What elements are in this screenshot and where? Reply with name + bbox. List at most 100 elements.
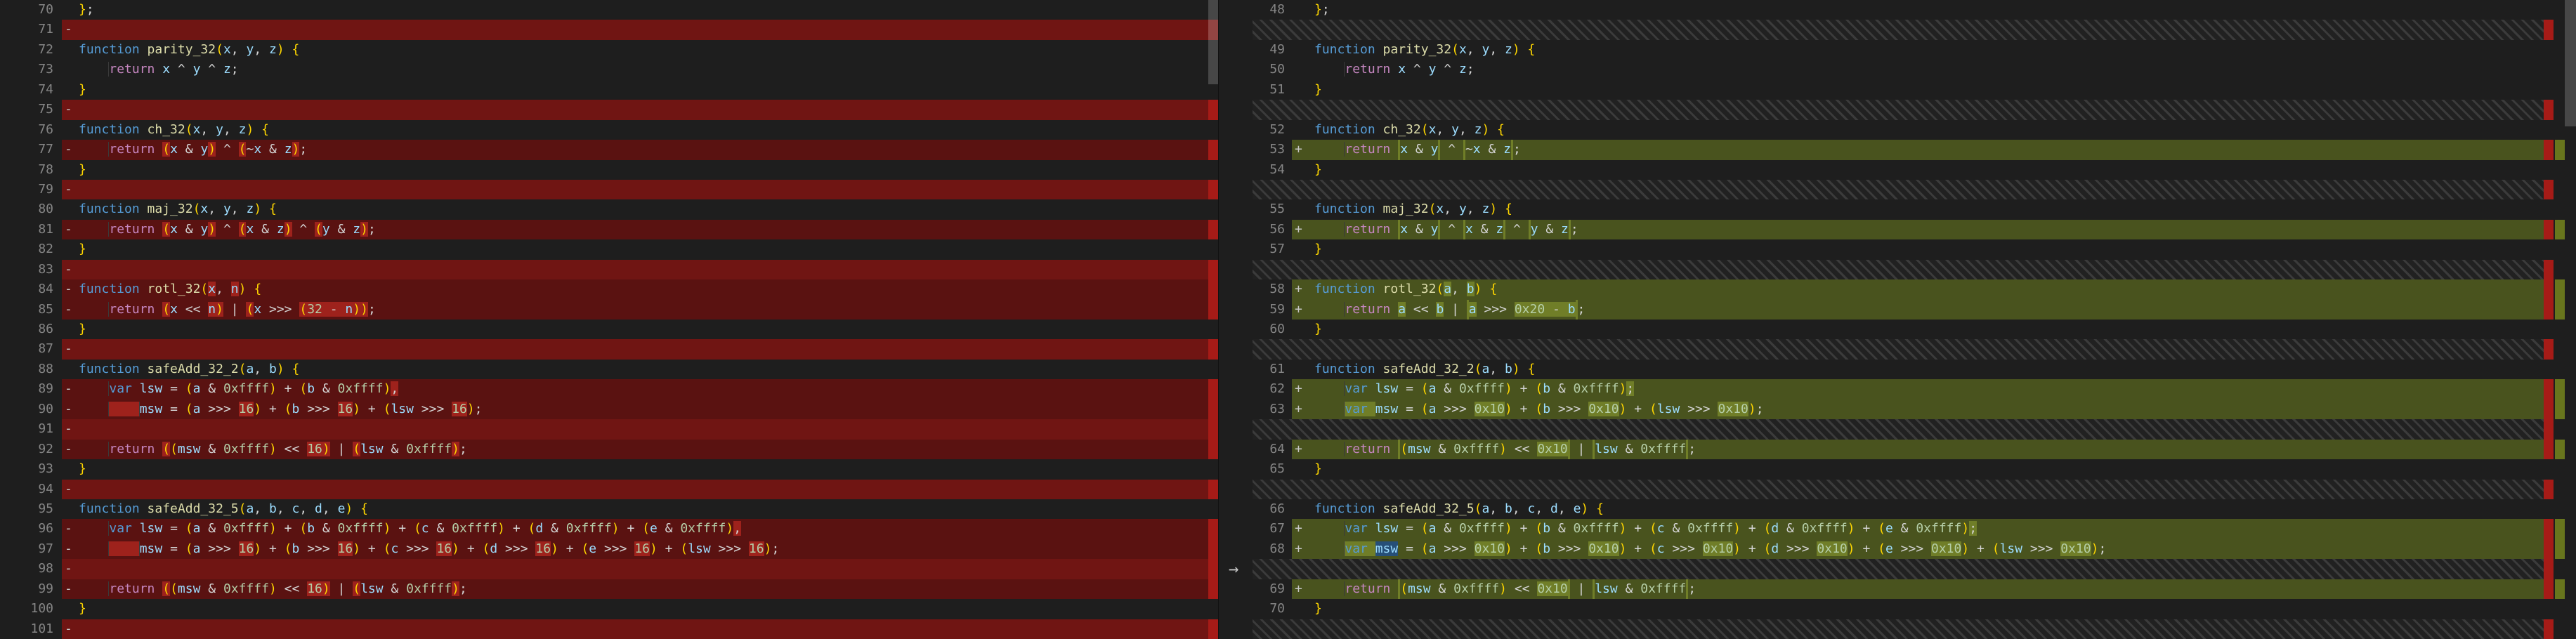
- code-line[interactable]: [79, 559, 1218, 579]
- original-editor-pane[interactable]: 70};71-72function parity_32(x, y, z) {73…: [0, 0, 1218, 639]
- line-number[interactable]: 55: [1253, 199, 1292, 219]
- code-line[interactable]: }: [1309, 459, 2576, 479]
- code-row[interactable]: 58+function rotl_32(a, b) {: [1253, 279, 2576, 299]
- code-row[interactable]: 85- return (x << n) | (x >>> (32 - n));: [0, 300, 1218, 320]
- code-line[interactable]: function maj_32(x, y, z) {: [79, 199, 1218, 219]
- code-line[interactable]: return ((msw & 0xffff) << 16) | (lsw & 0…: [79, 440, 1218, 459]
- line-number[interactable]: [1253, 20, 1292, 39]
- code-line[interactable]: }: [79, 80, 1218, 100]
- code-row[interactable]: 91-: [0, 419, 1218, 439]
- line-number[interactable]: [1253, 619, 1292, 639]
- line-number[interactable]: 51: [1253, 80, 1292, 100]
- code-row[interactable]: 51}: [1253, 80, 2576, 100]
- code-line[interactable]: [1309, 180, 2576, 199]
- code-row[interactable]: 88function safeAdd_32_2(a, b) {: [0, 360, 1218, 379]
- code-row[interactable]: 55function maj_32(x, y, z) {: [1253, 199, 2576, 219]
- line-number[interactable]: [1253, 260, 1292, 279]
- code-line[interactable]: return x & y ^ ~x & z;: [1309, 140, 2576, 159]
- line-number[interactable]: 62: [1253, 379, 1292, 399]
- code-row[interactable]: 90- msw = (a >>> 16) + (b >>> 16) + (lsw…: [0, 400, 1218, 419]
- line-number[interactable]: 98: [0, 559, 62, 579]
- code-line[interactable]: return ((msw & 0xffff) << 16) | (lsw & 0…: [79, 579, 1218, 599]
- code-row[interactable]: 60}: [1253, 320, 2576, 339]
- code-row[interactable]: 94-: [0, 480, 1218, 499]
- scrollbar-thumb[interactable]: [2565, 0, 2576, 126]
- code-line[interactable]: return x & y ^ x & z ^ y & z;: [1309, 220, 2576, 239]
- line-number[interactable]: 56: [1253, 220, 1292, 239]
- code-line[interactable]: var lsw = (a & 0xffff) + (b & 0xffff);: [1309, 379, 2576, 399]
- code-line[interactable]: [79, 260, 1218, 279]
- code-line[interactable]: return (x & y) ^ (~x & z);: [79, 140, 1218, 159]
- code-line[interactable]: }: [79, 160, 1218, 180]
- code-line[interactable]: }: [1309, 80, 2576, 100]
- line-number[interactable]: 101: [0, 619, 62, 639]
- code-row[interactable]: 74}: [0, 80, 1218, 100]
- code-row[interactable]: 56+ return x & y ^ x & z ^ y & z;: [1253, 220, 2576, 239]
- code-line[interactable]: function parity_32(x, y, z) {: [1309, 40, 2576, 60]
- code-line[interactable]: [79, 480, 1218, 499]
- line-number[interactable]: 71: [0, 20, 62, 39]
- line-number[interactable]: 82: [0, 239, 62, 259]
- line-number[interactable]: 60: [1253, 320, 1292, 339]
- code-line[interactable]: [1309, 619, 2576, 639]
- code-line[interactable]: [1309, 20, 2576, 39]
- line-number[interactable]: 57: [1253, 239, 1292, 259]
- line-number[interactable]: 75: [0, 100, 62, 119]
- code-row[interactable]: 64+ return (msw & 0xffff) << 0x10 | lsw …: [1253, 440, 2576, 459]
- left-scrollbar-thumb[interactable]: [1208, 0, 1218, 84]
- code-line[interactable]: return (msw & 0xffff) << 0x10 | lsw & 0x…: [1309, 579, 2576, 599]
- line-number[interactable]: 88: [0, 360, 62, 379]
- code-line[interactable]: };: [79, 0, 1218, 20]
- code-row[interactable]: 72function parity_32(x, y, z) {: [0, 40, 1218, 60]
- line-number[interactable]: [1253, 180, 1292, 199]
- left-overview-ruler[interactable]: [1208, 0, 1218, 639]
- code-line[interactable]: }: [79, 239, 1218, 259]
- line-number[interactable]: 52: [1253, 120, 1292, 140]
- line-number[interactable]: 78: [0, 160, 62, 180]
- line-number[interactable]: 87: [0, 339, 62, 359]
- code-line[interactable]: return x ^ y ^ z;: [79, 60, 1218, 79]
- line-number[interactable]: 89: [0, 379, 62, 399]
- code-row[interactable]: 92- return ((msw & 0xffff) << 16) | (lsw…: [0, 440, 1218, 459]
- code-line[interactable]: }: [79, 459, 1218, 479]
- line-number[interactable]: 77: [0, 140, 62, 159]
- code-row[interactable]: 97- msw = (a >>> 16) + (b >>> 16) + (c >…: [0, 539, 1218, 559]
- code-line[interactable]: };: [1309, 0, 2576, 20]
- line-number[interactable]: 59: [1253, 300, 1292, 320]
- line-number[interactable]: 74: [0, 80, 62, 100]
- line-number[interactable]: 86: [0, 320, 62, 339]
- code-row[interactable]: 99- return ((msw & 0xffff) << 16) | (lsw…: [0, 579, 1218, 599]
- code-row[interactable]: 70}: [1253, 599, 2576, 619]
- code-row[interactable]: 98-: [0, 559, 1218, 579]
- line-number[interactable]: 100: [0, 599, 62, 619]
- code-line[interactable]: return x ^ y ^ z;: [1309, 60, 2576, 79]
- line-number[interactable]: 61: [1253, 360, 1292, 379]
- code-line[interactable]: [79, 20, 1218, 39]
- line-number[interactable]: 63: [1253, 400, 1292, 419]
- code-row[interactable]: 68+ var msw = (a >>> 0x10) + (b >>> 0x10…: [1253, 539, 2576, 559]
- code-line[interactable]: [79, 339, 1218, 359]
- code-line[interactable]: [1309, 339, 2576, 359]
- code-line[interactable]: function ch_32(x, y, z) {: [79, 120, 1218, 140]
- line-number[interactable]: [1253, 480, 1292, 499]
- code-row[interactable]: 77- return (x & y) ^ (~x & z);: [0, 140, 1218, 159]
- code-row[interactable]: 57}: [1253, 239, 2576, 259]
- line-number[interactable]: 97: [0, 539, 62, 559]
- revert-change-arrow-icon[interactable]: →: [1229, 559, 1238, 579]
- code-line[interactable]: var msw = (a >>> 0x10) + (b >>> 0x10) + …: [1309, 539, 2576, 559]
- line-number[interactable]: 79: [0, 180, 62, 199]
- code-row[interactable]: 82}: [0, 239, 1218, 259]
- code-row[interactable]: 54}: [1253, 160, 2576, 180]
- code-line[interactable]: [1309, 480, 2576, 499]
- code-row[interactable]: 89- var lsw = (a & 0xffff) + (b & 0xffff…: [0, 379, 1218, 399]
- modified-code-area[interactable]: 48};49function parity_32(x, y, z) {50 re…: [1253, 0, 2576, 639]
- code-line[interactable]: function safeAdd_32_5(a, b, c, d, e) {: [79, 499, 1218, 519]
- code-line[interactable]: [1309, 100, 2576, 119]
- code-row[interactable]: 70};: [0, 0, 1218, 20]
- code-line[interactable]: function safeAdd_32_2(a, b) {: [1309, 360, 2576, 379]
- code-row[interactable]: 59+ return a << b | a >>> 0x20 - b;: [1253, 300, 2576, 320]
- line-number[interactable]: 84: [0, 279, 62, 299]
- code-line[interactable]: msw = (a >>> 16) + (b >>> 16) + (lsw >>>…: [79, 400, 1218, 419]
- line-number[interactable]: 69: [1253, 579, 1292, 599]
- code-row[interactable]: 95function safeAdd_32_5(a, b, c, d, e) {: [0, 499, 1218, 519]
